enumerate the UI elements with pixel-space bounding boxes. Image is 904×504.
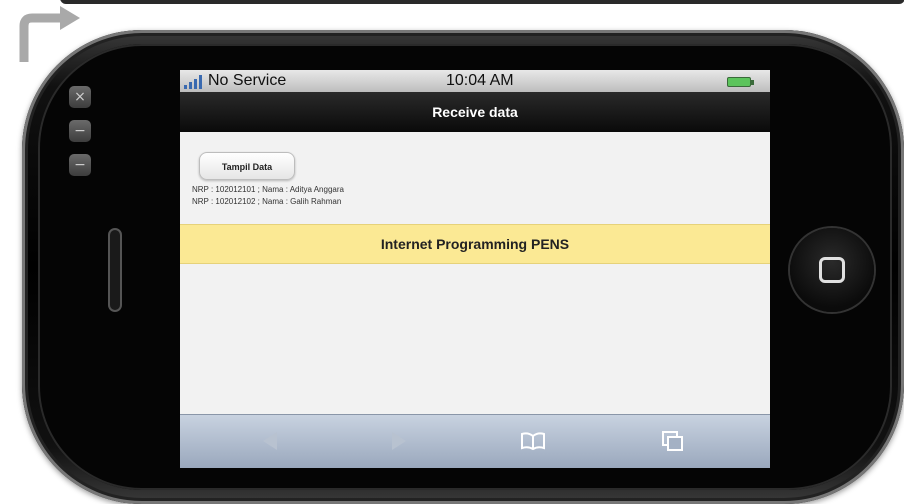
carrier-label: No Service bbox=[208, 72, 287, 89]
bookmarks-icon[interactable] bbox=[520, 429, 546, 453]
status-bar: No Service 10:04 AM bbox=[180, 70, 770, 92]
side-button-volume-up[interactable]: − bbox=[69, 120, 91, 142]
signal-bars-icon bbox=[184, 75, 202, 89]
speaker-slot bbox=[108, 228, 122, 312]
browser-toolbar bbox=[180, 414, 770, 468]
record-row: NRP : 102012102 ; Nama : Galih Rahman bbox=[192, 197, 342, 206]
tampil-data-button[interactable]: Tampil Data bbox=[199, 152, 295, 180]
content-area: Tampil Data NRP : 102012101 ; Nama : Adi… bbox=[180, 132, 770, 422]
phone-screen: No Service 10:04 AM Receive data Tampil … bbox=[180, 70, 770, 468]
phone-top-edge bbox=[60, 0, 904, 4]
page-title: Receive data bbox=[180, 92, 770, 132]
forward-icon[interactable] bbox=[386, 429, 412, 453]
battery-icon bbox=[727, 77, 754, 87]
back-icon[interactable] bbox=[257, 429, 283, 453]
home-button[interactable] bbox=[790, 228, 874, 312]
clock: 10:04 AM bbox=[446, 72, 514, 89]
footer-banner: Internet Programming PENS bbox=[180, 224, 770, 264]
pages-icon[interactable] bbox=[660, 429, 686, 453]
side-button-volume-down[interactable]: − bbox=[69, 154, 91, 176]
home-square-icon bbox=[819, 257, 845, 283]
record-row: NRP : 102012101 ; Nama : Aditya Anggara bbox=[192, 185, 344, 194]
side-button-close[interactable]: × bbox=[69, 86, 91, 108]
